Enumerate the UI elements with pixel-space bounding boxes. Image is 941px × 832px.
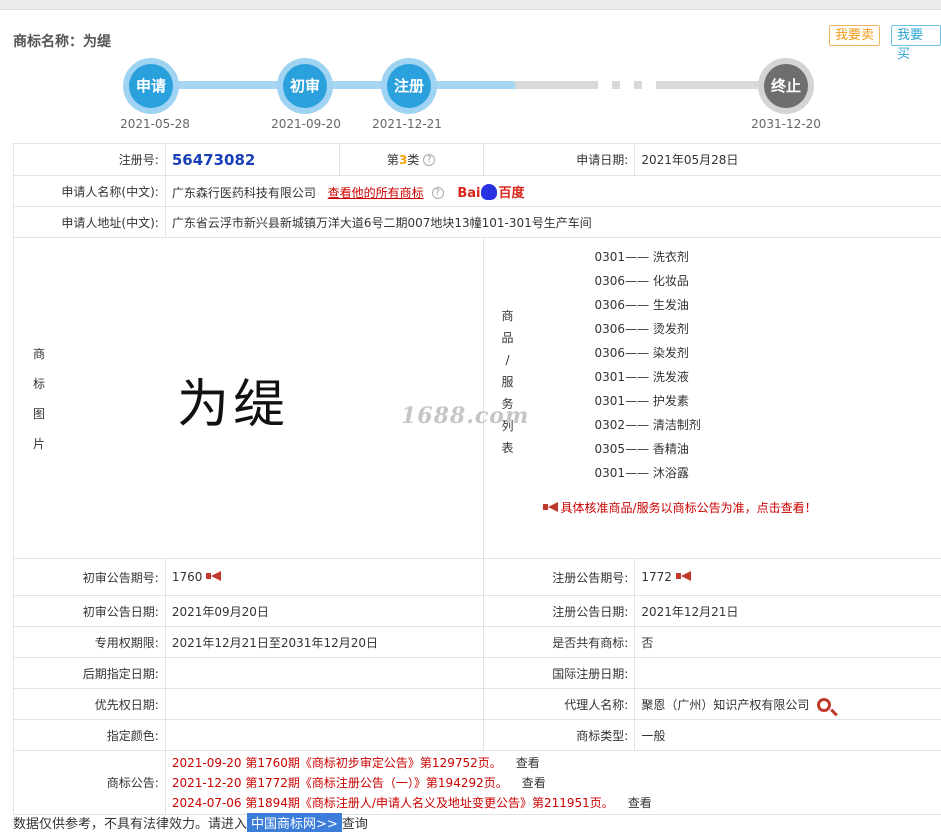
- later-date-value: [164, 657, 484, 689]
- step-date: 2031-12-20: [751, 117, 821, 131]
- table-row: 后期指定日期: 国际注册日期:: [13, 657, 941, 689]
- address-label: 申请人地址(中文):: [13, 206, 166, 238]
- apply-date-label: 申请日期:: [482, 143, 636, 176]
- list-item: 0302—— 清洁制剂: [594, 418, 701, 432]
- trademark-image: 为缇: [177, 375, 290, 435]
- list-item: 0306—— 烫发剂: [594, 322, 689, 336]
- later-date-label: 后期指定日期:: [13, 657, 166, 689]
- help-icon[interactable]: ?: [423, 154, 436, 166]
- table-row: 优先权日期: 代理人名称: 聚恩（广州）知识产权有限公司: [13, 688, 941, 720]
- class-cell: 第3类?: [338, 143, 484, 176]
- buy-button[interactable]: 我要买: [891, 25, 941, 62]
- step-terminate: 终止: [758, 58, 814, 114]
- step-prelim: 初审: [277, 58, 333, 114]
- view-notice-link[interactable]: 查看: [628, 796, 652, 810]
- list-item: 0306—— 生发油: [594, 298, 689, 312]
- announce-icon: [542, 502, 561, 513]
- exclusive-value: 2021年12月21日至2031年12月20日: [164, 626, 484, 658]
- reg-no-label: 注册号:: [13, 143, 166, 176]
- notice-label: 商标公告:: [13, 750, 166, 815]
- table-row: 专用权期限: 2021年12月21日至2031年12月20日 是否共有商标: 否: [13, 626, 941, 658]
- announce-icon[interactable]: [675, 571, 694, 582]
- trademark-info-table: 注册号: 56473082 第3类? 申请日期: 2021年05月28日 申请人…: [13, 143, 941, 815]
- goods-note[interactable]: 具体核准商品/服务以商标公告为准，点击查看！: [542, 499, 817, 516]
- view-notice-link[interactable]: 查看: [516, 756, 540, 770]
- list-item: 0301—— 洗衣剂: [594, 250, 689, 264]
- table-row: 指定颜色: 商标类型: 一般: [13, 719, 941, 751]
- list-item: 0301—— 洗发液: [594, 370, 689, 384]
- baidu-search-button[interactable]: Bai 百度: [457, 182, 525, 201]
- prelim-date-label: 初审公告日期:: [13, 595, 166, 627]
- notice-item: 2021-12-20 第1772期《商标注册公告（一）》第194292页。 查看: [171, 775, 546, 790]
- step-date: 2021-05-28: [120, 117, 190, 131]
- applicant-label: 申请人名称(中文):: [13, 175, 166, 207]
- footer: 数据仅供参考，不具有法律效力。请进入 中国商标网>> 查询: [13, 813, 368, 832]
- apply-date-value: 2021年05月28日: [634, 143, 941, 176]
- search-icon[interactable]: [817, 697, 832, 712]
- notice-item: 2024-07-06 第1894期《商标注册人/申请人名义及地址变更公告》第21…: [171, 795, 652, 810]
- applicant-name: 广东森行医药科技有限公司: [171, 185, 316, 200]
- shared-label: 是否共有商标:: [482, 626, 636, 658]
- trademark-image-cell: 商 标 图 片 为缇: [13, 237, 484, 559]
- applicant-cell: 广东森行医药科技有限公司 查看他的所有商标 ? Bai 百度: [164, 175, 941, 207]
- reg-notice-no-cell: 1772: [634, 558, 941, 596]
- color-label: 指定颜色:: [13, 719, 166, 751]
- list-item: 0306—— 染发剂: [594, 346, 689, 360]
- intl-date-value: [634, 657, 941, 689]
- shared-value: 否: [634, 626, 941, 658]
- step-apply: 申请: [123, 58, 179, 114]
- view-all-trademarks-link[interactable]: 查看他的所有商标: [328, 186, 424, 200]
- address-value: 广东省云浮市新兴县新城镇万洋大道6号二期007地块13幢101-301号生产车间: [164, 206, 941, 238]
- step-register: 注册: [381, 58, 437, 114]
- table-row: 初审公告日期: 2021年09月20日 注册公告日期: 2021年12月21日: [13, 595, 941, 627]
- help-icon[interactable]: ?: [431, 186, 444, 199]
- list-item: 0306—— 化妆品: [594, 274, 689, 288]
- prelim-no-label: 初审公告期号:: [13, 558, 166, 596]
- goods-cell: 商 品 / 服 务 列 表 0301—— 洗衣剂 0306—— 化妆品 0306——…: [482, 237, 941, 559]
- intl-date-label: 国际注册日期:: [482, 657, 636, 689]
- image-label: 商 标 图 片: [32, 347, 45, 451]
- view-notice-link[interactable]: 查看: [522, 776, 546, 790]
- reg-no-cell: 56473082: [164, 143, 340, 176]
- table-row: 商 标 图 片 为缇 商 品 / 服 务 列 表 0301—— 洗衣剂 0306—…: [13, 237, 941, 559]
- reg-notice-date-value: 2021年12月21日: [634, 595, 941, 627]
- reg-notice-no-label: 注册公告期号:: [482, 558, 636, 596]
- type-value: 一般: [634, 719, 941, 751]
- step-date: 2021-12-21: [372, 117, 442, 131]
- priority-date-value: [164, 688, 484, 720]
- status-progress: 申请 初审 注册 终止 2021-05-28 2021-09-20 2021-1…: [0, 55, 941, 135]
- table-row: 申请人地址(中文): 广东省云浮市新兴县新城镇万洋大道6号二期007地块13幢1…: [13, 206, 941, 238]
- exclusive-label: 专用权期限:: [13, 626, 166, 658]
- agent-label: 代理人名称:: [482, 688, 636, 720]
- list-item: 0305—— 香精油: [594, 442, 689, 456]
- reg-no-value: 56473082: [171, 150, 256, 169]
- table-row: 初审公告期号: 1760 注册公告期号: 1772: [13, 558, 941, 596]
- table-row: 商标公告: 2021-09-20 第1760期《商标初步审定公告》第129752…: [13, 750, 941, 815]
- table-row: 申请人名称(中文): 广东森行医药科技有限公司 查看他的所有商标 ? Bai 百度: [13, 175, 941, 207]
- agent-cell: 聚恩（广州）知识产权有限公司: [634, 688, 941, 720]
- table-row: 注册号: 56473082 第3类? 申请日期: 2021年05月28日: [13, 143, 941, 176]
- goods-label: 商 品 / 服 务 列 表: [501, 309, 514, 455]
- list-item: 0301—— 护发素: [594, 394, 689, 408]
- top-bar: [0, 0, 941, 10]
- agent-value: 聚恩（广州）知识产权有限公司: [641, 697, 810, 712]
- reg-notice-date-label: 注册公告日期:: [482, 595, 636, 627]
- baidu-paw-icon: [481, 183, 498, 200]
- sell-button[interactable]: 我要卖: [829, 25, 881, 46]
- step-date: 2021-09-20: [271, 117, 341, 131]
- page-title: 商标名称：为缇: [13, 34, 111, 50]
- prelim-no-cell: 1760: [164, 558, 484, 596]
- notice-item: 2021-09-20 第1760期《商标初步审定公告》第129752页。 查看: [171, 755, 540, 770]
- trademark-office-link[interactable]: 中国商标网>>: [247, 813, 342, 832]
- type-label: 商标类型:: [482, 719, 636, 751]
- prelim-date-value: 2021年09月20日: [164, 595, 484, 627]
- color-value: [164, 719, 484, 751]
- goods-list: 0301—— 洗衣剂 0306—— 化妆品 0306—— 生发油 0306—— 烫发剂…: [595, 245, 701, 485]
- priority-date-label: 优先权日期:: [13, 688, 166, 720]
- watermark: 1688.com: [401, 403, 530, 429]
- announce-icon[interactable]: [206, 571, 224, 582]
- notice-list: 2021-09-20 第1760期《商标初步审定公告》第129752页。 查看 20…: [164, 750, 941, 815]
- list-item: 0301—— 沐浴露: [594, 466, 689, 480]
